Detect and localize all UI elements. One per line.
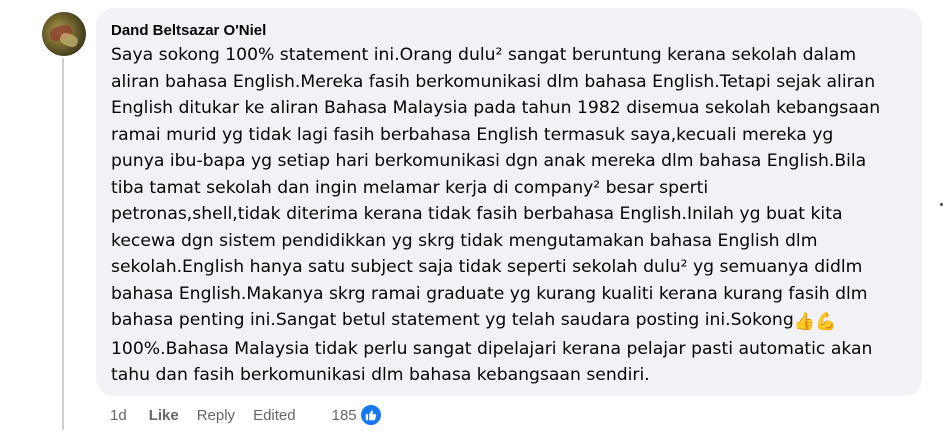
comment-line: punya ibu-bapa yg setiap hari berkomunik… [111,151,867,171]
reaction-count[interactable]: 185 [332,407,357,424]
comment-line: ramai murid yg tidak lagi fasih berbahas… [111,124,834,145]
comment-line: tiba tamat sekolah dan ingin melamar ker… [111,177,709,198]
emoji-thumbs-up-flexed-biceps: 👍💪 [793,312,837,332]
comment-actions: 1d Like Reply Edited 185 [110,404,382,426]
comment-line-text: bahasa penting ini.Sangat betul statemen… [111,310,794,330]
comment-author[interactable]: Dand Beltsazar O'Niel [111,21,908,40]
comment-line: sekolah.English hanya satu subject saja … [111,257,863,277]
comment-timestamp[interactable]: 1d [110,407,127,424]
comment-text: Saya sokong 100% statement ini.Orang dul… [111,42,908,389]
comment-line-with-emoji: bahasa penting ini.Sangat betul statemen… [111,307,908,336]
comment-line: aliran bahasa English.Mereka fasih berko… [111,71,876,92]
avatar[interactable] [42,12,86,56]
comment-bubble: Dand Beltsazar O'Niel Saya sokong 100% s… [96,8,922,396]
comment-line: kecewa dgn sistem pendidikkan yg skrg ti… [111,230,818,251]
comment-line: English ditukar ke aliran Bahasa Malaysi… [111,98,881,118]
thumbs-up-icon[interactable] [359,404,382,426]
comment-line: bahasa English.Makanya skrg ramai gradua… [111,283,868,304]
thumbs-up-glyph [365,410,376,421]
edited-label[interactable]: Edited [253,407,296,424]
scroll-dot-indicator [940,203,943,206]
comment-line: petronas,shell,tidak diterima kerana tid… [111,204,843,224]
comment-line: Saya sokong 100% statement ini.Orang dul… [111,45,857,65]
like-button[interactable]: Like [149,407,179,424]
comment-line: 100%.Bahasa Malaysia tidak perlu sangat … [111,338,873,359]
thread-line [62,58,64,430]
reply-button[interactable]: Reply [197,407,235,424]
comment-line: tahu dan fasih berkomunikasi dlm bahasa … [111,365,650,385]
